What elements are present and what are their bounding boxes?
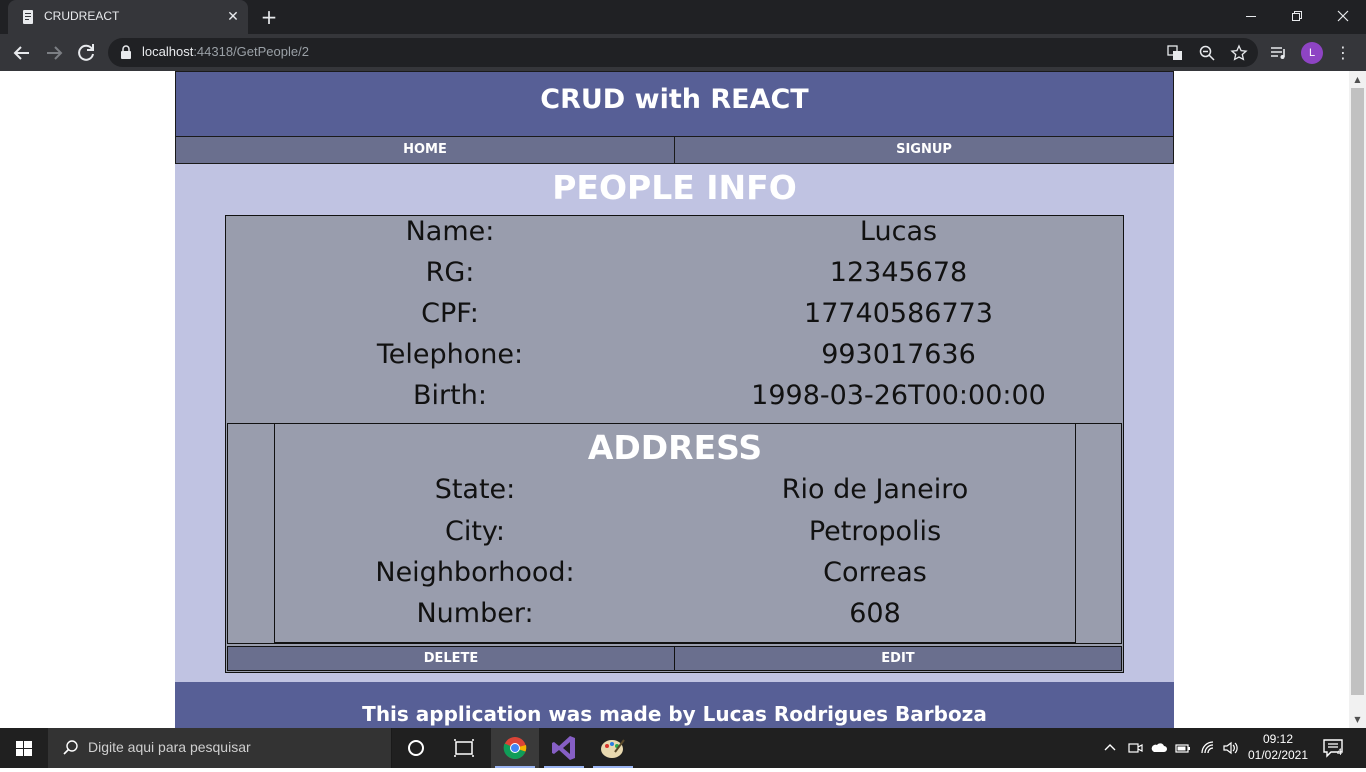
taskbar-clock[interactable]: 09:12 01/02/2021 bbox=[1240, 731, 1316, 763]
people-info-card: Name: Lucas RG: 12345678 CPF: 1774058677… bbox=[225, 215, 1124, 673]
app-header: CRUD with REACT bbox=[175, 71, 1174, 136]
onedrive-icon[interactable] bbox=[1150, 739, 1168, 757]
address-value: 608 bbox=[849, 598, 901, 629]
url-path: :44318/GetPeople/2 bbox=[193, 44, 309, 59]
taskbar-paint[interactable] bbox=[589, 728, 637, 768]
info-row-cpf: CPF: 17740586773 bbox=[226, 298, 1123, 339]
wifi-icon[interactable] bbox=[1199, 739, 1217, 757]
minimize-icon[interactable] bbox=[1228, 0, 1274, 32]
info-row-rg: RG: 12345678 bbox=[226, 257, 1123, 298]
media-control-icon[interactable] bbox=[1269, 43, 1289, 63]
chrome-icon bbox=[503, 737, 527, 760]
app-nav: HOME SIGNUP bbox=[175, 136, 1174, 164]
cortana-icon[interactable] bbox=[392, 728, 440, 768]
nav-home-link[interactable]: HOME bbox=[176, 137, 674, 163]
info-row-name: Name: Lucas bbox=[226, 216, 1123, 257]
taskbar: Digite aqui para pesquisar 09:12 01/02/2… bbox=[0, 728, 1366, 768]
edit-button[interactable]: EDIT bbox=[674, 647, 1121, 670]
tab-title: CRUDREACT bbox=[44, 9, 120, 23]
info-value: 17740586773 bbox=[804, 298, 993, 329]
url-text: localhost:44318/GetPeople/2 bbox=[142, 44, 309, 59]
address-label: City: bbox=[444, 516, 506, 547]
address-label: Number: bbox=[416, 598, 534, 629]
taskbar-chrome[interactable] bbox=[491, 728, 539, 768]
address-row-state: State: Rio de Janeiro bbox=[275, 474, 1075, 515]
action-bar: DELETE EDIT bbox=[227, 646, 1122, 671]
address-section: ADDRESS State: Rio de Janeiro City: Petr… bbox=[227, 423, 1122, 644]
taskbar-search[interactable]: Digite aqui para pesquisar bbox=[48, 728, 392, 768]
info-label: CPF: bbox=[421, 298, 479, 329]
info-row-birth: Birth: 1998-03-26T00:00:00 bbox=[226, 380, 1123, 421]
info-value: 12345678 bbox=[829, 257, 968, 288]
info-value: Lucas bbox=[859, 216, 938, 247]
address-label: Neighborhood: bbox=[375, 557, 575, 588]
meet-now-icon[interactable] bbox=[1126, 739, 1144, 757]
info-label: Telephone: bbox=[376, 339, 524, 370]
address-title: ADDRESS bbox=[587, 428, 763, 467]
address-label: State: bbox=[434, 474, 516, 505]
paint-icon bbox=[601, 739, 625, 758]
info-label: RG: bbox=[425, 257, 475, 288]
nav-signup-link[interactable]: SIGNUP bbox=[674, 137, 1173, 163]
new-tab-icon[interactable]: + bbox=[258, 6, 280, 28]
task-view-icon[interactable] bbox=[440, 728, 488, 768]
info-value: 993017636 bbox=[821, 339, 976, 370]
search-icon bbox=[63, 740, 78, 755]
taskbar-visual-studio[interactable] bbox=[540, 728, 588, 768]
notification-count: 4 bbox=[1337, 747, 1343, 757]
translate-icon[interactable] bbox=[1166, 44, 1184, 62]
lock-icon[interactable] bbox=[120, 45, 132, 59]
address-value: Correas bbox=[823, 557, 927, 588]
scroll-down-icon[interactable]: ▼ bbox=[1349, 711, 1366, 728]
bookmark-star-icon[interactable] bbox=[1230, 44, 1248, 62]
browser-tab[interactable]: CRUDREACT ✕ bbox=[8, 0, 248, 34]
address-row-city: City: Petropolis bbox=[275, 516, 1075, 557]
volume-icon[interactable] bbox=[1222, 739, 1240, 757]
scroll-thumb[interactable] bbox=[1351, 88, 1364, 695]
clock-date: 01/02/2021 bbox=[1247, 748, 1309, 762]
info-value: 1998-03-26T00:00:00 bbox=[751, 380, 1046, 411]
address-bar[interactable]: localhost:44318/GetPeople/2 bbox=[108, 38, 1258, 67]
page-scrollbar[interactable]: ▲ ▼ bbox=[1349, 71, 1366, 728]
app-title: CRUD with REACT bbox=[540, 84, 809, 115]
notification-icon[interactable] bbox=[1322, 738, 1346, 758]
page-title: PEOPLE INFO bbox=[552, 168, 797, 207]
delete-button[interactable]: DELETE bbox=[228, 647, 674, 670]
address-value: Rio de Janeiro bbox=[781, 474, 969, 505]
close-window-icon[interactable] bbox=[1320, 0, 1366, 32]
browser-toolbar: localhost:44318/GetPeople/2 L ⋮ bbox=[0, 34, 1366, 71]
restore-icon[interactable] bbox=[1274, 0, 1320, 32]
page-viewport: CRUD with REACT HOME SIGNUP PEOPLE INFO … bbox=[0, 71, 1349, 728]
windows-start-icon[interactable] bbox=[0, 728, 48, 768]
page-favicon-icon bbox=[23, 10, 33, 24]
info-label: Name: bbox=[405, 216, 495, 247]
address-row-number: Number: 608 bbox=[275, 598, 1075, 639]
app-container: CRUD with REACT HOME SIGNUP PEOPLE INFO … bbox=[175, 71, 1174, 728]
back-arrow-icon[interactable] bbox=[10, 41, 34, 65]
chevron-up-icon[interactable] bbox=[1101, 739, 1119, 757]
close-tab-icon[interactable]: ✕ bbox=[224, 8, 242, 26]
scroll-up-icon[interactable]: ▲ bbox=[1349, 71, 1366, 88]
address-value: Petropolis bbox=[808, 516, 942, 547]
search-placeholder: Digite aqui para pesquisar bbox=[88, 739, 251, 755]
address-card: ADDRESS State: Rio de Janeiro City: Petr… bbox=[274, 424, 1076, 643]
reload-icon[interactable] bbox=[74, 41, 98, 65]
battery-icon[interactable] bbox=[1174, 739, 1192, 757]
profile-avatar[interactable]: L bbox=[1301, 42, 1323, 64]
browser-titlebar: CRUDREACT ✕ + bbox=[0, 0, 1366, 34]
app-footer: This application was made by Lucas Rodri… bbox=[175, 682, 1174, 728]
info-label: Birth: bbox=[413, 380, 487, 411]
footer-text: This application was made by Lucas Rodri… bbox=[362, 702, 987, 726]
info-row-telephone: Telephone: 993017636 bbox=[226, 339, 1123, 380]
address-row-neighborhood: Neighborhood: Correas bbox=[275, 557, 1075, 598]
url-host: localhost bbox=[142, 44, 194, 59]
zoom-icon[interactable] bbox=[1198, 44, 1216, 62]
browser-menu-icon[interactable]: ⋮ bbox=[1335, 42, 1351, 64]
visual-studio-icon bbox=[552, 736, 575, 760]
forward-arrow-icon[interactable] bbox=[42, 41, 66, 65]
clock-time: 09:12 bbox=[1262, 732, 1294, 746]
